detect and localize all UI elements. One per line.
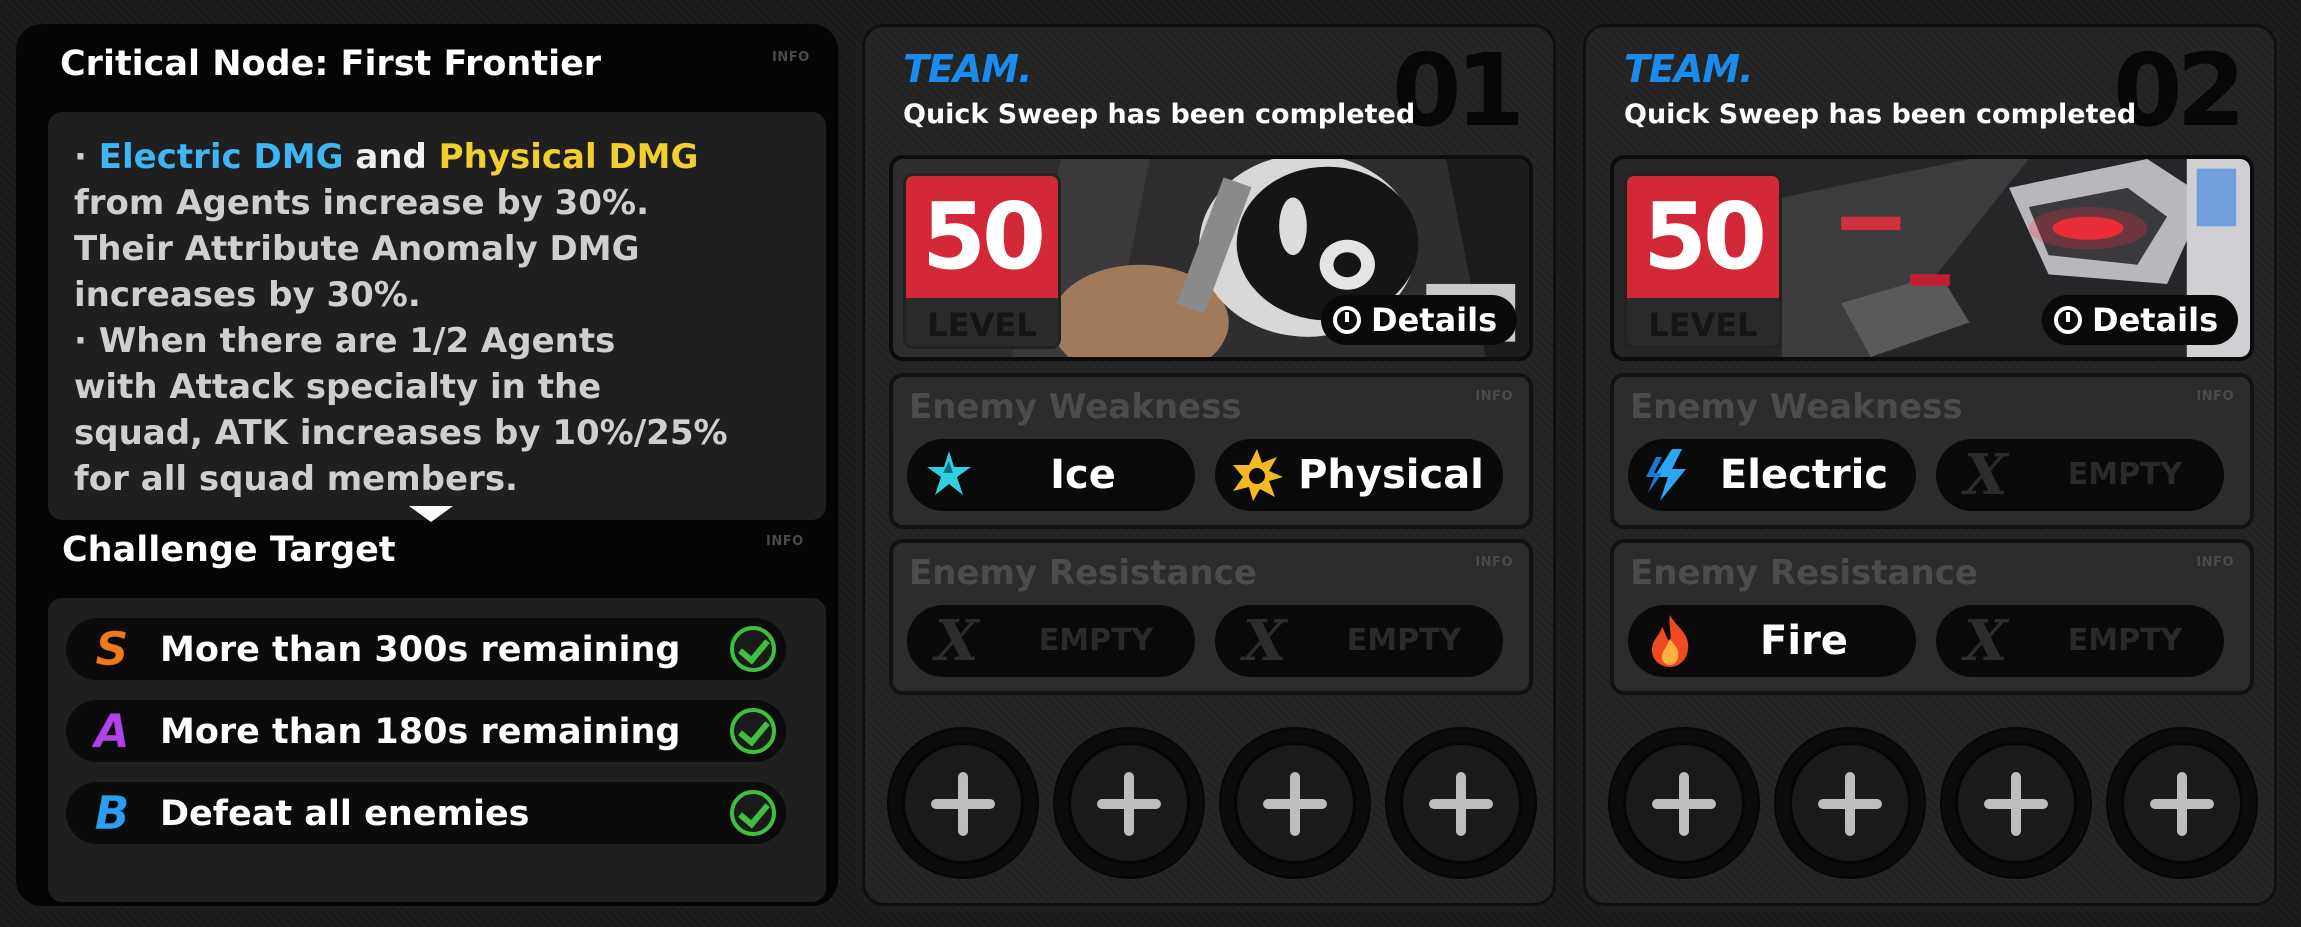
resistance-title: Enemy Resistance: [1630, 553, 1978, 593]
weakness-electric: Electric: [1628, 439, 1916, 511]
resistance-info-button[interactable]: INFO: [2196, 555, 2234, 570]
agent-slot-2[interactable]: [1053, 727, 1205, 879]
plus-icon: [1623, 742, 1745, 864]
resistance-fire: Fire: [1628, 605, 1916, 677]
check-icon: [730, 790, 776, 836]
target-row-s: S More than 300s remaining: [66, 618, 786, 680]
team-status: Quick Sweep has been completed: [1624, 99, 2137, 130]
weakness-ice: Ice: [907, 439, 1195, 511]
details-button[interactable]: Details: [1321, 295, 1517, 345]
check-icon: [730, 626, 776, 672]
resistance-title: Enemy Resistance: [909, 553, 1257, 593]
target-row-b: B Defeat all enemies: [66, 782, 786, 844]
plus-icon: [1400, 742, 1522, 864]
details-button[interactable]: Details: [2042, 295, 2238, 345]
weakness-empty: X EMPTY: [1936, 439, 2224, 511]
challenge-title: Challenge Target: [62, 530, 396, 570]
level-badge: 50 LEVEL: [903, 173, 1061, 349]
enemy-weakness-box: Enemy Weakness INFO Ice Physical: [889, 373, 1533, 529]
weakness-title: Enemy Weakness: [909, 387, 1242, 427]
target-row-a: A More than 180s remaining: [66, 700, 786, 762]
weakness-info-button[interactable]: INFO: [2196, 389, 2234, 404]
team-label: TEAM.: [903, 47, 1033, 91]
resistance-empty: X EMPTY: [1936, 605, 2224, 677]
agent-slot-4[interactable]: [2106, 727, 2258, 879]
weakness-physical: Physical: [1215, 439, 1503, 511]
plus-icon: [1955, 742, 2077, 864]
enemy-resistance-box: Enemy Resistance INFO X EMPTY X EMPTY: [889, 539, 1533, 695]
enemy-resistance-box: Enemy Resistance INFO Fire X EMPTY: [1610, 539, 2254, 695]
resistance-empty: X EMPTY: [1215, 605, 1503, 677]
plus-icon: [2121, 742, 2243, 864]
node-info-button[interactable]: INFO: [772, 50, 810, 65]
critical-node-panel: Critical Node: First Frontier INFO · Ele…: [16, 24, 838, 906]
target-text: Defeat all enemies: [160, 794, 530, 834]
target-text: More than 180s remaining: [160, 712, 681, 752]
node-description: · Electric DMG and Physical DMG from Age…: [48, 112, 826, 520]
plus-icon: [1234, 742, 1356, 864]
enemy-weakness-box: Enemy Weakness INFO Electric X EMPTY: [1610, 373, 2254, 529]
physical-dmg-text: Physical DMG: [438, 137, 699, 177]
team-label: TEAM.: [1624, 47, 1754, 91]
challenge-info-button[interactable]: INFO: [766, 534, 804, 549]
agent-slot-1[interactable]: [887, 727, 1039, 879]
bullet: ·: [74, 137, 87, 177]
resistance-empty: X EMPTY: [907, 605, 1195, 677]
team-panel-02: TEAM. 02 Quick Sweep has been completed …: [1583, 24, 2277, 906]
challenge-targets: S More than 300s remaining A More than 1…: [48, 598, 826, 902]
clock-icon: [2054, 306, 2082, 334]
grade-b-icon: B: [94, 786, 130, 840]
agent-slot-3[interactable]: [1219, 727, 1371, 879]
plus-icon: [1789, 742, 1911, 864]
agent-slot-2[interactable]: [1774, 727, 1926, 879]
enemy-card[interactable]: 50 LEVEL Details: [889, 155, 1533, 361]
electric-dmg-text: Electric DMG: [98, 137, 344, 177]
resistance-info-button[interactable]: INFO: [1475, 555, 1513, 570]
grade-s-icon: S: [95, 622, 129, 676]
weakness-title: Enemy Weakness: [1630, 387, 1963, 427]
expand-arrow-icon[interactable]: [409, 506, 453, 522]
plus-icon: [1068, 742, 1190, 864]
enemy-card[interactable]: 50 LEVEL Details: [1610, 155, 2254, 361]
team-status: Quick Sweep has been completed: [903, 99, 1416, 130]
clock-icon: [1333, 306, 1361, 334]
plus-icon: [902, 742, 1024, 864]
grade-a-icon: A: [94, 704, 131, 758]
weakness-info-button[interactable]: INFO: [1475, 389, 1513, 404]
team-panel-01: TEAM. 01 Quick Sweep has been completed …: [862, 24, 1556, 906]
target-text: More than 300s remaining: [160, 630, 681, 670]
level-badge: 50 LEVEL: [1624, 173, 1782, 349]
agent-slot-4[interactable]: [1385, 727, 1537, 879]
agent-slot-1[interactable]: [1608, 727, 1760, 879]
agent-slot-3[interactable]: [1940, 727, 2092, 879]
node-title: Critical Node: First Frontier: [60, 44, 602, 84]
check-icon: [730, 708, 776, 754]
